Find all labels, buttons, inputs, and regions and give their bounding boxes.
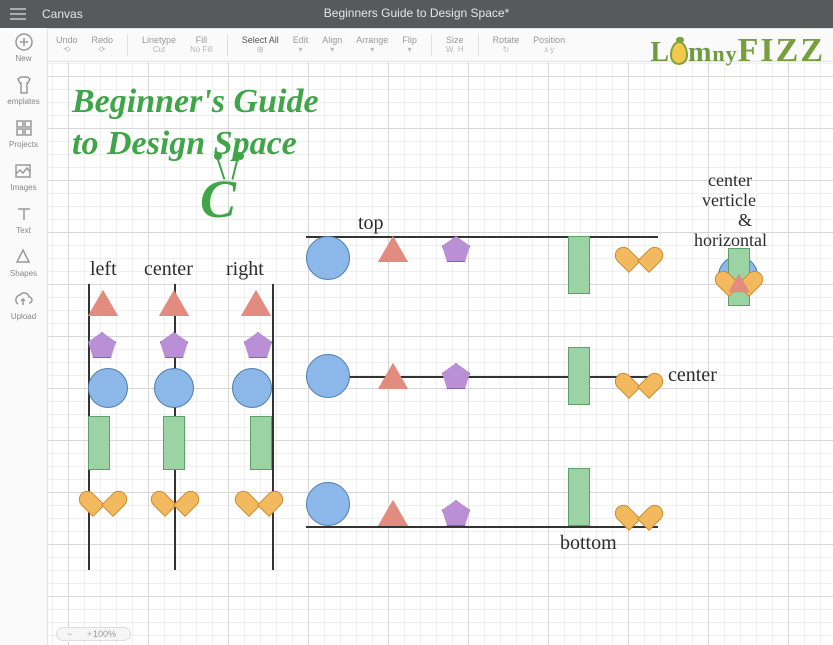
pentagon-shape[interactable] <box>442 500 470 526</box>
triangle-shape[interactable] <box>378 363 408 389</box>
label-cv2: verticle <box>702 190 756 211</box>
top-bar: Canvas Beginners Guide to Design Space* <box>0 0 833 28</box>
guide-bottom <box>306 526 658 528</box>
pentagon-shape[interactable] <box>88 332 116 358</box>
circle-shape[interactable] <box>306 482 350 526</box>
sidebar-item-upload[interactable]: Upload <box>11 290 36 321</box>
triangle-shape[interactable] <box>241 290 271 316</box>
undo-button[interactable]: Undo⟲ <box>56 36 78 54</box>
left-sidebar: New emplates Projects Images Text Shapes… <box>0 28 48 645</box>
sidebar-item-projects[interactable]: Projects <box>9 118 38 149</box>
triangle-shape[interactable] <box>88 290 118 316</box>
align-button[interactable]: Align▾ <box>322 36 342 54</box>
fill-select[interactable]: FillNo Fill <box>190 36 213 54</box>
sidebar-item-templates[interactable]: emplates <box>7 75 39 106</box>
project-title: Beginners Guide to Design Space* <box>324 6 509 20</box>
sidebar-item-new[interactable]: New <box>14 32 34 63</box>
select-all-button[interactable]: Select All⊞ <box>242 36 279 54</box>
plus-icon <box>14 32 34 52</box>
pentagon-shape[interactable] <box>442 363 470 389</box>
label-center-col: center <box>144 258 193 281</box>
menu-icon[interactable] <box>0 0 36 28</box>
rect-shape[interactable] <box>163 416 185 470</box>
rect-shape[interactable] <box>568 468 590 526</box>
pentagon-shape[interactable] <box>160 332 188 358</box>
canvas-label: Canvas <box>36 7 83 21</box>
linetype-select[interactable]: LinetypeCut <box>142 36 176 54</box>
sidebar-item-text[interactable]: Text <box>14 204 34 235</box>
cricut-c-icon: C <box>200 168 236 230</box>
pentagon-shape[interactable] <box>442 236 470 262</box>
label-center-row: center <box>668 364 717 387</box>
rect-shape[interactable] <box>88 416 110 470</box>
headline-line1: Beginner's Guide <box>72 82 319 123</box>
sidebar-item-images[interactable]: Images <box>10 161 36 192</box>
lemon-icon <box>670 41 688 65</box>
text-icon <box>14 204 34 224</box>
pentagon-shape[interactable] <box>244 332 272 358</box>
edit-button[interactable]: Edit▾ <box>293 36 309 54</box>
label-cv3: & <box>738 210 752 231</box>
rect-shape[interactable] <box>568 236 590 294</box>
circle-shape[interactable] <box>88 368 128 408</box>
circle-shape[interactable] <box>306 354 350 398</box>
grid-icon <box>14 118 34 138</box>
redo-button[interactable]: Redo⟳ <box>92 36 114 54</box>
label-right: right <box>226 258 264 281</box>
shirt-icon <box>14 75 34 95</box>
guide-center-h <box>306 376 658 378</box>
circle-shape[interactable] <box>154 368 194 408</box>
arrange-button[interactable]: Arrange▾ <box>356 36 388 54</box>
size-control[interactable]: SizeW H <box>446 36 464 54</box>
circle-shape[interactable] <box>232 368 272 408</box>
rotate-control[interactable]: Rotate↻ <box>493 36 520 54</box>
headline-line2: to Design Space <box>72 124 297 165</box>
zoom-control[interactable]: 100% <box>56 627 131 641</box>
circle-shape[interactable] <box>306 236 350 280</box>
rect-shape[interactable] <box>250 416 272 470</box>
heart-shape[interactable] <box>624 236 652 262</box>
canvas[interactable]: Beginner's Guide to Design Space C left … <box>48 62 833 645</box>
shapes-icon <box>13 247 33 267</box>
image-icon <box>13 161 33 181</box>
triangle-shape[interactable] <box>378 500 408 526</box>
label-cv1: center <box>708 170 752 191</box>
label-top: top <box>358 212 384 235</box>
label-bottom: bottom <box>560 532 617 555</box>
triangle-shape[interactable] <box>159 290 189 316</box>
triangle-shape[interactable] <box>378 236 408 262</box>
flip-button[interactable]: Flip▾ <box>402 36 417 54</box>
upload-icon <box>13 290 33 310</box>
heart-shape[interactable] <box>624 362 652 388</box>
position-control[interactable]: Positionx y <box>533 36 565 54</box>
heart-shape[interactable] <box>244 480 272 506</box>
guide-top <box>306 236 658 238</box>
heart-shape[interactable] <box>160 480 188 506</box>
heart-shape[interactable] <box>88 480 116 506</box>
rect-shape[interactable] <box>568 347 590 405</box>
sidebar-item-shapes[interactable]: Shapes <box>10 247 37 278</box>
triangle-shape[interactable] <box>729 274 750 292</box>
label-left: left <box>90 258 117 281</box>
guide-right <box>272 284 274 570</box>
lemonyfizz-watermark: LmnyFIZZ <box>650 32 825 70</box>
heart-shape[interactable] <box>624 494 652 520</box>
